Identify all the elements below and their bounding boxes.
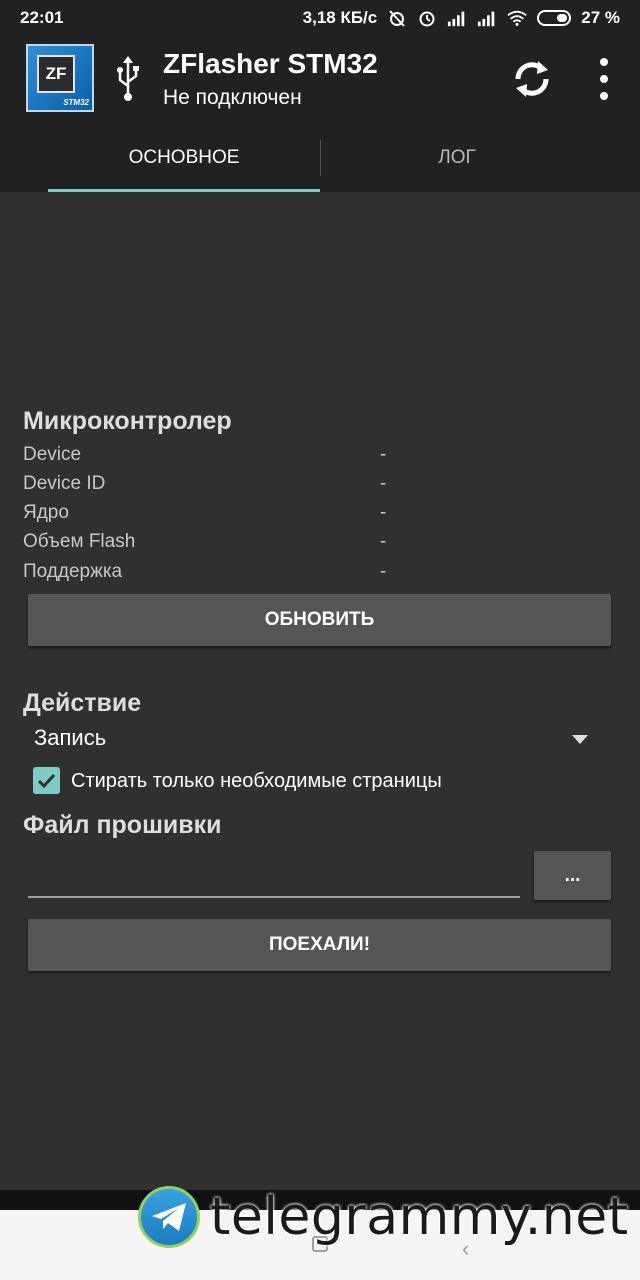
telegram-logo-icon (138, 1186, 200, 1248)
tab-main[interactable]: ОСНОВНОЕ (48, 124, 320, 192)
erase-pages-checkbox[interactable] (33, 767, 60, 794)
info-value-device-id: - (380, 473, 387, 494)
signal-icon (478, 11, 495, 27)
alarm-icon (419, 11, 435, 27)
dropdown-arrow-icon (572, 735, 588, 744)
app-logo: ZF STM32 (26, 44, 94, 112)
wifi-icon (507, 10, 527, 26)
info-value-core: - (380, 502, 387, 523)
erase-pages-label: Стирать только необходимые страницы (71, 770, 442, 792)
info-label-device-id: Device ID (23, 473, 106, 494)
app-title: ZFlasher STM32 (163, 48, 378, 79)
status-bar: 22:01 3,18 КБ/с 27 % (0, 0, 640, 36)
app-bar: ZF STM32 ZFlasher STM32 Не подключен (0, 36, 640, 124)
network-speed: 3,18 КБ/с (302, 8, 378, 27)
tab-divider (320, 140, 321, 176)
info-label-flash-size: Объем Flash (23, 531, 136, 552)
info-label-core: Ядро (23, 502, 69, 523)
alarm-off-icon (389, 10, 405, 27)
firmware-section-title: Файл прошивки (23, 811, 222, 839)
action-section-title: Действие (23, 689, 142, 717)
signal-icon (448, 11, 465, 27)
battery-icon (537, 10, 572, 26)
battery-percent: 27 % (581, 8, 620, 27)
status-icons: 3,18 КБ/с 27 % (303, 8, 620, 28)
status-time: 22:01 (20, 8, 64, 27)
connection-status: Не подключен (163, 86, 302, 109)
refresh-button[interactable]: ОБНОВИТЬ (28, 594, 611, 646)
action-spinner-value: Запись (34, 725, 107, 750)
info-value-support: - (380, 561, 387, 582)
watermark-text: telegrammy.net (210, 1187, 629, 1247)
tab-log[interactable]: ЛОГ (322, 124, 592, 192)
browse-file-button[interactable]: ... (534, 851, 611, 900)
info-value-device: - (380, 444, 387, 465)
logo-tag: STM32 (63, 98, 89, 107)
logo-chip: ZF (37, 55, 75, 93)
info-label-support: Поддержка (23, 561, 123, 582)
sync-icon[interactable] (510, 56, 554, 102)
info-value-flash-size: - (380, 531, 387, 552)
info-label-device: Device (23, 444, 82, 465)
firmware-file-input[interactable] (28, 868, 520, 898)
usb-icon (117, 56, 139, 101)
go-button[interactable]: ПОЕХАЛИ! (28, 919, 611, 971)
tab-indicator (48, 189, 320, 192)
watermark: telegrammy.net (138, 1186, 629, 1248)
tab-bar: ОСНОВНОЕ ЛОГ (0, 124, 640, 192)
mcu-section-title: Микроконтролер (23, 407, 232, 435)
overflow-menu-icon[interactable] (590, 58, 618, 100)
